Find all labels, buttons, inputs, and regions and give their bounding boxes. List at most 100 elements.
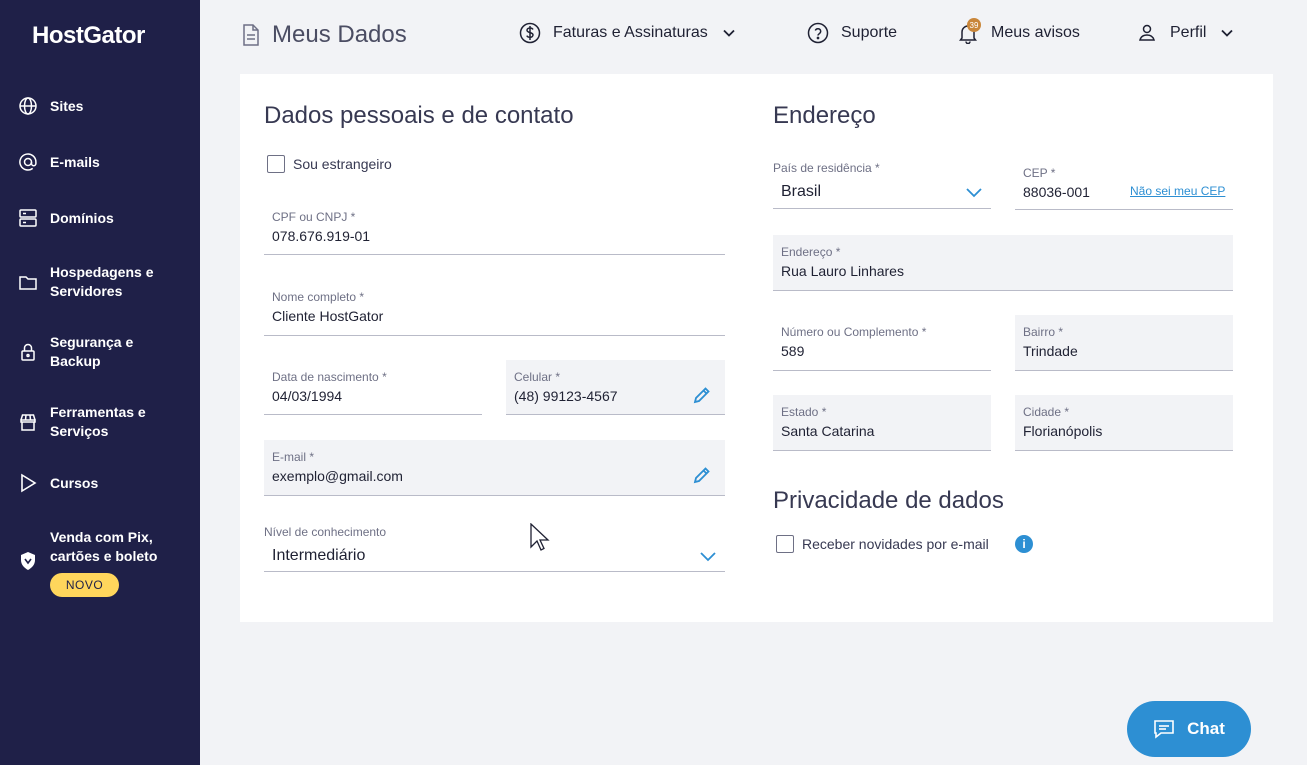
sidebar-item-label: Domínios (50, 210, 114, 226)
country-select[interactable]: País de residência * Brasil (773, 161, 991, 209)
address-section-title: Endereço (773, 102, 876, 129)
state-label: Estado * (781, 405, 827, 419)
dollar-icon (519, 22, 541, 44)
knowledge-select[interactable]: Nível de conhecimento Intermediário (264, 525, 725, 572)
district-label: Bairro * (1023, 325, 1064, 339)
profile-label: Perfil (1170, 24, 1207, 41)
sidebar-item-emails[interactable]: E-mails (0, 152, 200, 172)
support-menu[interactable]: Suporte (807, 22, 897, 44)
sidebar-item-domains[interactable]: Domínios (0, 208, 200, 228)
fullname-field[interactable]: Nome completo * Cliente HostGator (264, 280, 725, 336)
sidebar-item-label: Cursos (50, 475, 99, 491)
email-label: E-mail * (272, 450, 315, 464)
knowledge-label: Nível de conhecimento (264, 525, 387, 539)
chat-button[interactable]: Chat (1127, 701, 1251, 757)
email-value: exemplo@gmail.com (272, 468, 403, 484)
top-header: Meus Dados Faturas e Assinaturas Suporte… (200, 0, 1307, 70)
sidebar-item-courses[interactable]: Cursos (0, 473, 200, 493)
sidebar-item-sites[interactable]: Sites (0, 96, 200, 116)
sidebar-item-label: E-mails (50, 154, 100, 170)
cep-label: CEP * (1023, 166, 1056, 180)
cpf-value: 078.676.919-01 (272, 228, 371, 244)
pencil-icon[interactable] (693, 386, 711, 404)
birthdate-value: 04/03/1994 (272, 388, 343, 404)
number-label: Número ou Complemento * (781, 325, 927, 339)
newsletter-label: Receber novidades por e-mail (802, 536, 989, 552)
country-value: Brasil (781, 183, 822, 200)
checkbox-box[interactable] (267, 155, 285, 173)
sidebar-item-security[interactable]: Segurança e Backup (0, 334, 200, 381)
sidebar-item-payments[interactable]: Venda com Pix, cartões e boleto (0, 529, 200, 571)
page-title: Meus Dados (272, 21, 407, 48)
foreigner-label: Sou estrangeiro (293, 156, 392, 172)
sidebar-item-hosting[interactable]: Hospedagens e Servidores (0, 264, 200, 311)
street-field[interactable]: Endereço * Rua Lauro Linhares (773, 235, 1233, 291)
checkbox-box[interactable] (776, 535, 794, 553)
newsletter-checkbox[interactable]: Receber novidades por e-mail (776, 535, 989, 553)
sidebar-item-label: Segurança e Backup (50, 334, 134, 369)
profile-card: Dados pessoais e de contato Sou estrange… (240, 74, 1273, 622)
play-icon (18, 473, 38, 493)
pencil-icon[interactable] (693, 466, 711, 484)
info-icon[interactable]: i (1015, 535, 1033, 553)
city-label: Cidade * (1023, 405, 1070, 419)
billing-menu[interactable]: Faturas e Assinaturas (519, 22, 736, 44)
knowledge-value: Intermediário (272, 547, 366, 564)
new-badge: NOVO (50, 573, 119, 597)
chat-label: Chat (1187, 719, 1225, 738)
lock-icon (18, 342, 38, 362)
email-field[interactable]: E-mail * exemplo@gmail.com (264, 440, 725, 496)
district-value: Trindade (1023, 343, 1078, 359)
phone-value: (48) 99123-4567 (514, 388, 618, 404)
fullname-value: Cliente HostGator (272, 308, 384, 324)
mouse-cursor-icon (530, 523, 550, 551)
phone-field[interactable]: Celular * (48) 99123-4567 (506, 360, 725, 415)
document-icon (243, 24, 259, 46)
notices-label: Meus avisos (991, 24, 1080, 41)
store-icon (18, 412, 38, 432)
chevron-down-icon (1221, 29, 1234, 37)
phone-label: Celular * (514, 370, 561, 384)
state-value: Santa Catarina (781, 423, 875, 439)
fullname-label: Nome completo * (272, 290, 365, 304)
billing-label: Faturas e Assinaturas (553, 24, 708, 41)
cep-field[interactable]: CEP * 88036-001 (1015, 156, 1233, 210)
country-label: País de residência * (773, 161, 880, 175)
user-icon (1139, 24, 1155, 41)
birthdate-label: Data de nascimento * (272, 370, 387, 384)
sidebar-item-label: Venda com Pix, cartões e boleto (50, 529, 158, 564)
number-value: 589 (781, 343, 805, 359)
number-field[interactable]: Número ou Complemento * 589 (773, 315, 991, 371)
chevron-down-icon (723, 29, 735, 37)
foreigner-checkbox[interactable]: Sou estrangeiro (267, 155, 392, 173)
sidebar-item-label: Sites (50, 98, 84, 114)
chevron-down-icon (700, 552, 716, 562)
unknown-cep-link[interactable]: Não sei meu CEP (1130, 184, 1225, 198)
birthdate-field[interactable]: Data de nascimento * 04/03/1994 (264, 360, 482, 415)
chat-bubble-icon (1154, 720, 1174, 739)
notification-count: 39 (967, 18, 981, 32)
at-icon (18, 152, 38, 172)
folder-icon (18, 272, 38, 292)
privacy-section-title: Privacidade de dados (773, 487, 1004, 514)
sidebar-item-label: Ferramentas e Serviços (50, 404, 146, 439)
cep-value: 88036-001 (1023, 184, 1090, 200)
street-value: Rua Lauro Linhares (781, 263, 904, 279)
notices-menu[interactable]: 39 Meus avisos (957, 18, 1080, 45)
shield-icon (18, 551, 38, 571)
district-field[interactable]: Bairro * Trindade (1015, 315, 1233, 371)
globe-icon (18, 96, 38, 116)
street-label: Endereço * (781, 245, 841, 259)
cpf-field[interactable]: CPF ou CNPJ * 078.676.919-01 (264, 200, 725, 255)
city-field[interactable]: Cidade * Florianópolis (1015, 395, 1233, 451)
help-icon (807, 22, 829, 44)
profile-menu[interactable]: Perfil (1136, 22, 1234, 44)
hostgator-logo[interactable]: HostGator (32, 22, 145, 50)
server-icon (18, 208, 38, 228)
sidebar-item-label: Hospedagens e Servidores (50, 264, 154, 299)
city-value: Florianópolis (1023, 423, 1103, 439)
cpf-label: CPF ou CNPJ * (272, 210, 356, 224)
sidebar-item-tools[interactable]: Ferramentas e Serviços (0, 404, 200, 451)
bell-icon: 39 (957, 18, 981, 45)
state-field[interactable]: Estado * Santa Catarina (773, 395, 991, 451)
